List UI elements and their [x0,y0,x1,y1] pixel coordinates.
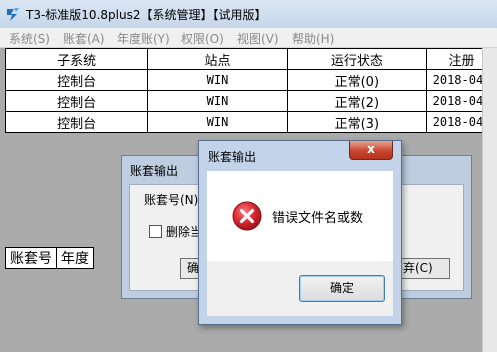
column-header[interactable]: 运行状态 [286,48,428,70]
delete-checkbox[interactable] [149,225,162,238]
table-row[interactable]: 控制台 WIN 正常(2) 2018-04- [4,90,497,112]
table-cell: WIN [147,69,288,91]
dialog-title: 账套输出 [130,164,179,178]
close-icon: x [367,142,375,156]
menu-year-account[interactable]: 年度账(Y) [117,30,170,47]
dialog-footer: 确定 [207,261,393,316]
table-header-row: 账套号 年度 [5,247,94,269]
account-number-label: 账套号(N) [144,193,199,207]
table-cell: 控制台 [4,111,149,133]
table-header-row: 子系统 站点 运行状态 注册 [4,48,497,70]
menu-account[interactable]: 账套(A) [63,30,105,47]
column-header[interactable]: 站点 [147,48,288,70]
table-cell: WIN [147,90,288,112]
close-button[interactable]: x [349,141,393,160]
error-message: 错误文件名或数 [272,211,364,226]
window-title: T3-标准版10.8plus2【系统管理】【试用版】 [26,8,267,22]
app-logo-icon [7,8,19,21]
delete-label: 删除当 [166,225,203,239]
menu-bar: 系统(S) 账套(A) 年度账(Y) 权限(O) 视图(V) 帮助(H) [0,28,497,48]
table-cell: 控制台 [4,90,149,112]
menu-permission[interactable]: 权限(O) [181,30,224,47]
column-header[interactable]: 年度 [56,247,94,269]
table-cell: 控制台 [4,69,149,91]
column-header[interactable]: 子系统 [4,48,149,70]
table-cell: WIN [147,111,288,133]
ok-button[interactable]: 确定 [299,275,385,302]
table-cell: 正常(0) [286,69,428,91]
menu-help[interactable]: 帮助(H) [292,30,334,47]
dialog-title: 账套输出 [208,150,257,164]
error-icon [232,201,262,231]
menu-view[interactable]: 视图(V) [237,30,279,47]
column-header[interactable]: 账套号 [5,247,57,269]
vertical-scrollbar[interactable] [482,48,497,352]
table-row[interactable]: 控制台 WIN 正常(0) 2018-04- [4,69,497,91]
title-bar: T3-标准版10.8plus2【系统管理】【试用版】 [0,0,497,29]
dialog-message-area: 错误文件名或数 [207,171,393,261]
running-status-table: 子系统 站点 运行状态 注册 控制台 WIN 正常(0) 2018-04- 控制… [4,48,497,133]
account-table: 账套号 年度 [5,247,94,269]
table-cell: 正常(3) [286,111,428,133]
error-dialog: 账套输出 x 错误文件名或数 确定 [198,140,402,325]
table-row[interactable]: 控制台 WIN 正常(3) 2018-04- [4,111,497,133]
menu-system[interactable]: 系统(S) [9,30,50,47]
cancel-button[interactable]: 弃(C) [400,258,450,279]
table-cell: 正常(2) [286,90,428,112]
